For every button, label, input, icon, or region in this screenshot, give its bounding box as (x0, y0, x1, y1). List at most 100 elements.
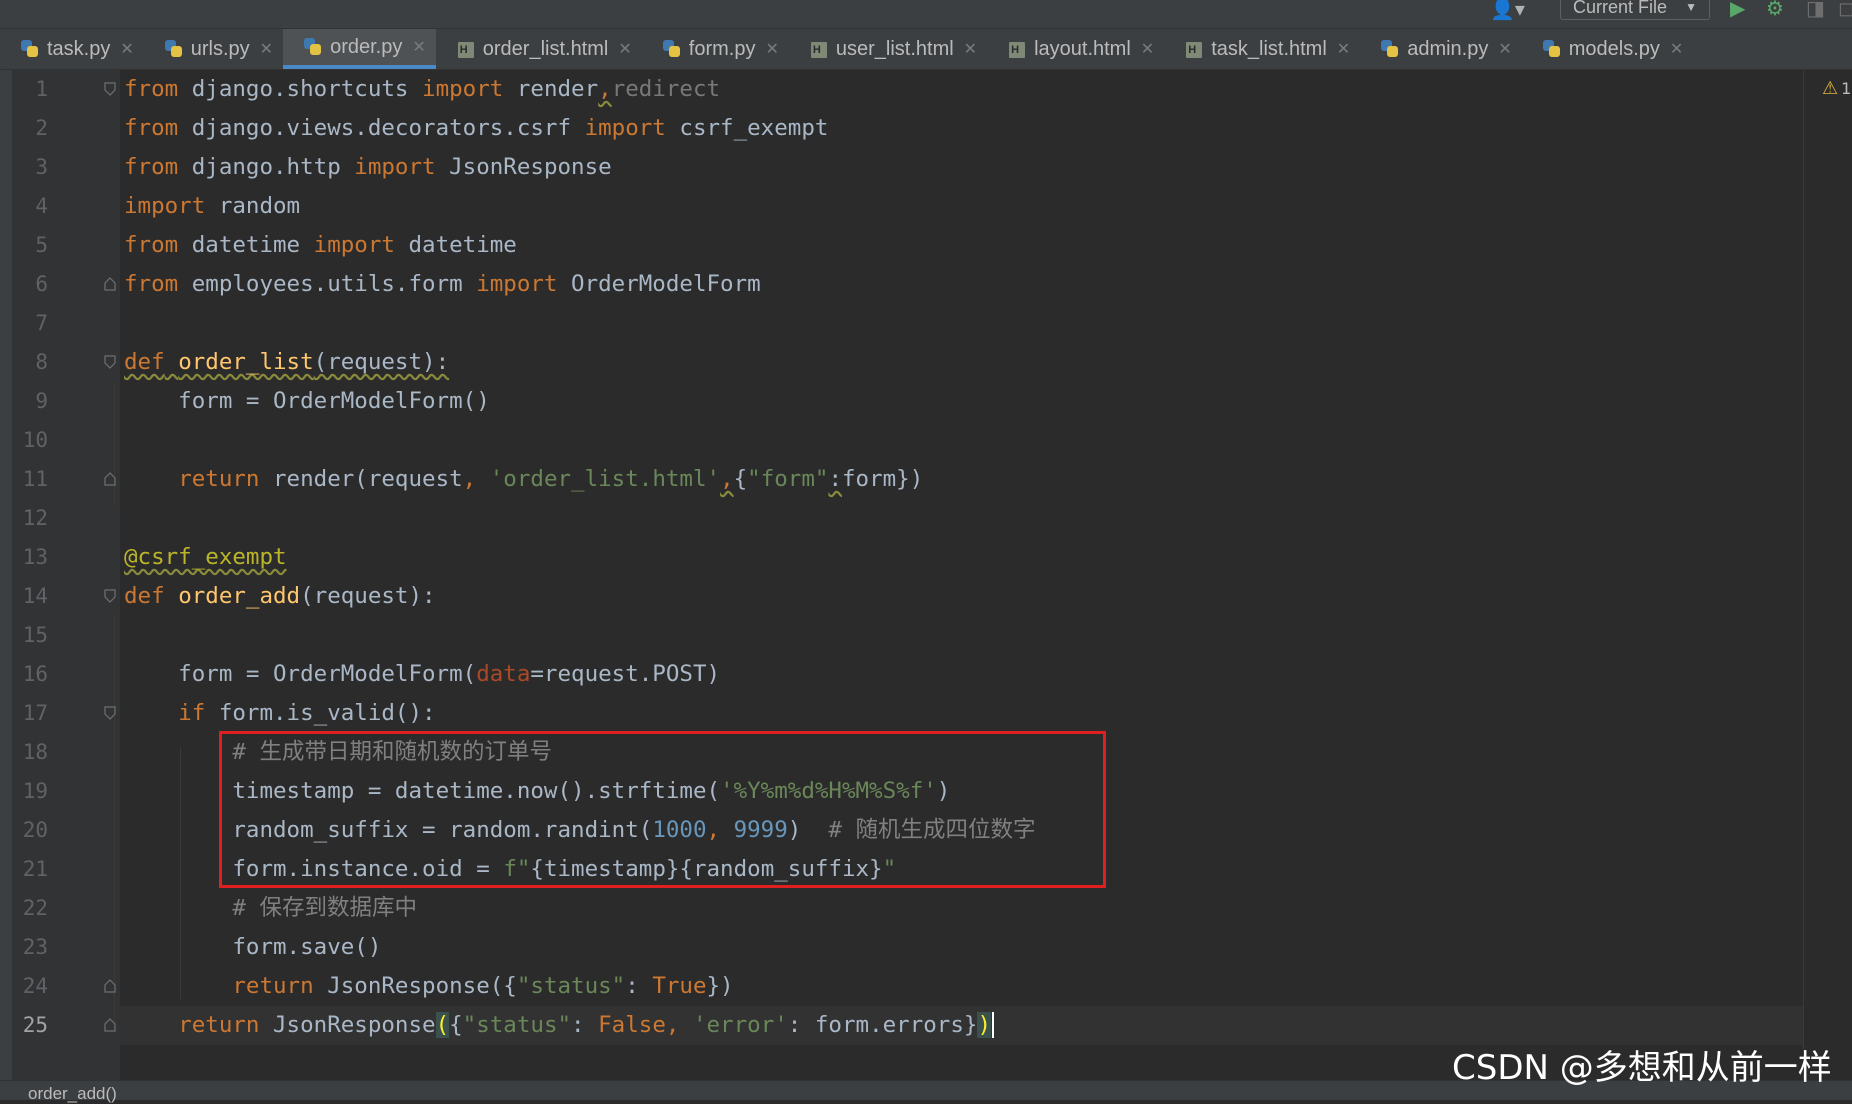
code-line: 11 return render(request, 'order_list.ht… (0, 460, 1852, 499)
line-number: 14 (22, 584, 48, 608)
tab-label: models.py (1568, 37, 1660, 60)
fold-marker-icon[interactable] (104, 472, 116, 486)
debug-icon[interactable]: ⚙ (1766, 0, 1784, 18)
code-text: # 保存到数据库中 (232, 895, 417, 921)
line-number: 24 (22, 974, 48, 998)
code-line: 2 from django.views.decorators.csrf impo… (0, 109, 1852, 148)
code-line: 8 def order_list(request): (0, 343, 1852, 382)
tab-order-list-html[interactable]: order_list.html ✕ (436, 29, 642, 69)
code-line: 16 form = OrderModelForm(data=request.PO… (0, 655, 1852, 694)
more-icon[interactable]: ◻ (1838, 0, 1852, 18)
code-text: def order_list(request): (124, 349, 450, 375)
line-number: 4 (35, 194, 48, 218)
code-line: 17 if form.is_valid(): (0, 694, 1852, 733)
code-line: 9 form = OrderModelForm() (0, 382, 1852, 421)
code-line: 23 form.save() (0, 928, 1852, 967)
code-line: 3 from django.http import JsonResponse (0, 148, 1852, 187)
tab-task-py[interactable]: task.py ✕ (0, 29, 144, 69)
code-line: 14 def order_add(request): (0, 577, 1852, 616)
fold-marker-icon[interactable] (104, 1018, 116, 1032)
tab-task-list-html[interactable]: task_list.html ✕ (1164, 29, 1360, 69)
close-icon[interactable]: ✕ (618, 39, 631, 59)
close-icon[interactable]: ✕ (412, 37, 425, 57)
tab-form-py[interactable]: form.py ✕ (642, 29, 789, 69)
tab-order-py[interactable]: order.py ✕ (283, 29, 436, 69)
close-icon[interactable]: ✕ (1337, 39, 1350, 59)
tab-user-list-html[interactable]: user_list.html ✕ (789, 29, 987, 69)
fold-marker-icon[interactable] (104, 277, 116, 291)
inspection-warning[interactable]: ⚠ 1 (1822, 78, 1851, 99)
editor-right-margin (1803, 70, 1804, 1080)
html-file-icon (456, 39, 476, 59)
code-text: form = OrderModelForm(data=request.POST) (124, 661, 721, 687)
code-text: form = OrderModelForm() (124, 388, 490, 414)
line-number: 10 (22, 428, 48, 452)
tab-label: task_list.html (1211, 37, 1327, 60)
line-number: 22 (22, 896, 48, 920)
code-text: from django.views.decorators.csrf import… (124, 115, 829, 141)
close-icon[interactable]: ✕ (120, 39, 133, 59)
run-icon[interactable]: ▶ (1730, 0, 1745, 18)
close-icon[interactable]: ✕ (260, 39, 273, 59)
close-icon[interactable]: ✕ (1670, 39, 1683, 59)
breadcrumb-item[interactable]: order_add() (28, 1084, 117, 1104)
code-line: 6 from employees.utils.form import Order… (0, 265, 1852, 304)
code-text: @csrf_exempt (124, 544, 287, 570)
coverage-icon[interactable]: ◨ (1806, 0, 1825, 18)
code-line: 24 return JsonResponse({"status": True}) (0, 967, 1852, 1006)
tab-label: order.py (330, 35, 403, 58)
line-number: 23 (22, 935, 48, 959)
line-number: 5 (35, 233, 48, 257)
line-number: 19 (22, 779, 48, 803)
line-number: 2 (35, 116, 48, 140)
highlight-annotation-box (219, 731, 1106, 888)
warning-icon: ⚠ (1822, 78, 1839, 99)
code-line: 10 (0, 421, 1852, 460)
python-file-icon (662, 39, 682, 59)
line-number: 18 (22, 740, 48, 764)
line-number: 25 (22, 1013, 48, 1037)
tab-admin-py[interactable]: admin.py ✕ (1360, 29, 1522, 69)
tab-label: urls.py (190, 37, 250, 60)
code-text: form.save() (232, 934, 382, 960)
line-number: 16 (22, 662, 48, 686)
fold-marker-icon[interactable] (104, 355, 116, 369)
line-number: 13 (22, 545, 48, 569)
code-text: from django.shortcuts import render,redi… (124, 76, 721, 102)
code-text: return render(request, 'order_list.html'… (178, 466, 924, 492)
tab-label: layout.html (1034, 37, 1131, 60)
tab-label: order_list.html (482, 37, 609, 60)
close-icon[interactable]: ✕ (1498, 39, 1511, 59)
close-icon[interactable]: ✕ (964, 39, 977, 59)
line-number: 15 (22, 623, 48, 647)
tab-label: form.py (688, 37, 756, 60)
text-cursor (992, 1012, 994, 1038)
tab-layout-html[interactable]: layout.html ✕ (987, 29, 1164, 69)
line-number: 3 (35, 155, 48, 179)
code-text: from datetime import datetime (124, 232, 517, 258)
close-icon[interactable]: ✕ (1141, 39, 1154, 59)
code-text: from django.http import JsonResponse (124, 154, 612, 180)
code-line: 5 from datetime import datetime (0, 226, 1852, 265)
python-file-icon (1542, 39, 1562, 59)
code-text: import random (124, 193, 301, 219)
code-text: return JsonResponse({"status": False, 'e… (124, 1006, 994, 1045)
code-line: 15 (0, 616, 1852, 655)
code-text: if form.is_valid(): (178, 700, 436, 726)
line-number: 9 (35, 389, 48, 413)
tab-models-py[interactable]: models.py ✕ (1522, 29, 1694, 69)
fold-marker-icon[interactable] (104, 589, 116, 603)
run-configuration-select[interactable]: Current File ▼ (1560, 0, 1710, 20)
fold-marker-icon[interactable] (104, 979, 116, 993)
line-number: 21 (22, 857, 48, 881)
close-icon[interactable]: ✕ (765, 39, 778, 59)
python-file-icon (20, 39, 40, 59)
user-icon[interactable]: 👤▾ (1490, 0, 1534, 20)
tab-urls-py[interactable]: urls.py ✕ (144, 29, 283, 69)
main-toolbar: 👤▾ Current File ▼ ▶ ⚙ ◨ ◻ (0, 0, 1852, 29)
run-configuration-label: Current File (1573, 0, 1668, 17)
fold-marker-icon[interactable] (104, 706, 116, 720)
tab-label: task.py (47, 37, 111, 60)
fold-marker-icon[interactable] (104, 82, 116, 96)
tab-label: admin.py (1407, 37, 1489, 60)
